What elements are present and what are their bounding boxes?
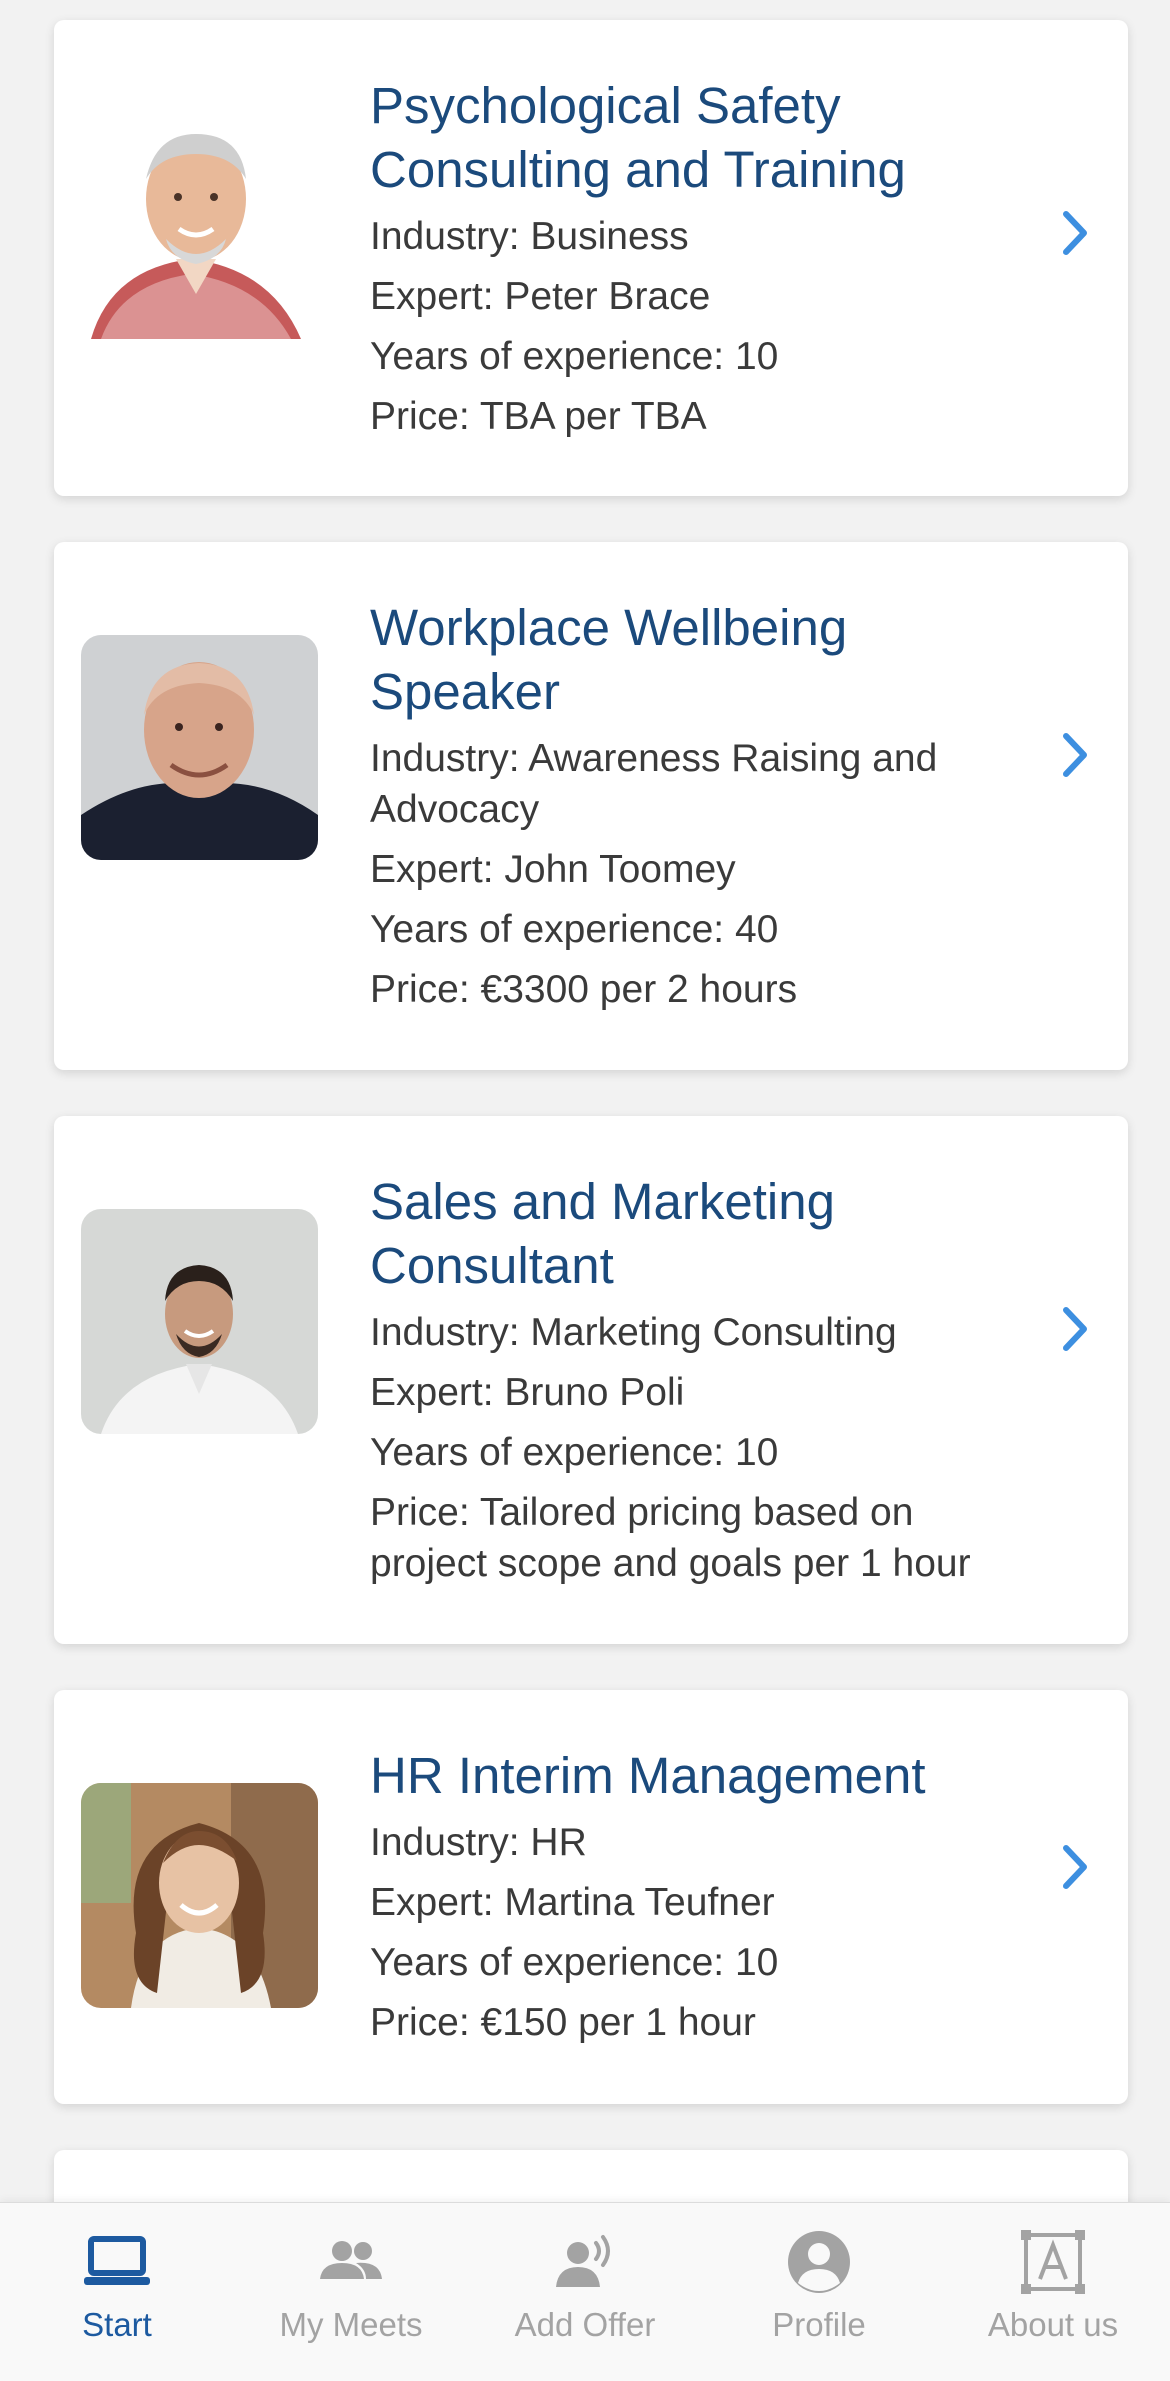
offer-price: Price: €150 per 1 hour bbox=[370, 1997, 1060, 2048]
offer-industry: Industry: HR bbox=[370, 1817, 1060, 1868]
tab-profile[interactable]: Profile bbox=[702, 2203, 936, 2381]
offer-price: Price: €3300 per 2 hours bbox=[370, 964, 1060, 1015]
offer-details: Sales and Marketing Consultant Industry:… bbox=[370, 1170, 1060, 1589]
chevron-right-icon[interactable] bbox=[1054, 728, 1094, 782]
tab-about-us[interactable]: About us bbox=[936, 2203, 1170, 2381]
offer-title: Workplace Wellbeing Speaker bbox=[370, 596, 1060, 724]
offer-title-line: Speaker bbox=[370, 663, 560, 720]
offer-experience: Years of experience: 10 bbox=[370, 1431, 779, 1474]
offer-title-line: Consultant bbox=[370, 1237, 614, 1294]
offer-card[interactable]: Psychological Safety Consulting and Trai… bbox=[54, 20, 1128, 496]
profile-icon bbox=[784, 2227, 854, 2297]
offer-price-line: Price: TBA per TBA bbox=[370, 395, 707, 438]
offer-industry: Industry: Awareness Raising and Advocacy bbox=[370, 733, 1060, 835]
offer-card[interactable]: HR Interim Management Industry: HR Exper… bbox=[54, 1690, 1128, 2104]
offer-title-line: Consulting and Training bbox=[370, 141, 906, 198]
offer-price-line: project scope and goals per 1 hour bbox=[370, 1542, 971, 1585]
speaker-person-icon bbox=[550, 2227, 620, 2297]
expert-photo bbox=[81, 119, 318, 344]
chevron-right-icon[interactable] bbox=[1054, 1302, 1094, 1356]
tab-label: About us bbox=[987, 2306, 1119, 2343]
offer-title-line: HR Interim Management bbox=[370, 1747, 926, 1804]
tab-label: Start bbox=[82, 2306, 152, 2343]
people-icon bbox=[316, 2227, 386, 2297]
offer-industry-line: Industry: Marketing Consulting bbox=[370, 1311, 897, 1354]
tab-label: Profile bbox=[772, 2306, 866, 2343]
offer-industry-line: Advocacy bbox=[370, 788, 540, 831]
offer-industry-line: Industry: Business bbox=[370, 215, 689, 258]
offer-industry: Industry: Marketing Consulting bbox=[370, 1307, 1060, 1358]
tab-start[interactable]: Start bbox=[0, 2203, 234, 2381]
offer-price-line: Price: Tailored pricing based on bbox=[370, 1491, 914, 1534]
offer-expert: Expert: John Toomey bbox=[370, 848, 736, 891]
offer-experience: Years of experience: 10 bbox=[370, 1941, 779, 1984]
offers-screen: Psychological Safety Consulting and Trai… bbox=[0, 0, 1170, 2381]
laptop-icon bbox=[82, 2227, 152, 2297]
offer-expert: Expert: Martina Teufner bbox=[370, 1881, 775, 1924]
offer-title-line: Workplace Wellbeing bbox=[370, 599, 848, 656]
offer-industry-line: Industry: HR bbox=[370, 1821, 587, 1864]
expert-photo bbox=[81, 635, 318, 860]
offer-title-line: Sales and Marketing bbox=[370, 1173, 835, 1230]
offer-expert: Expert: Bruno Poli bbox=[370, 1371, 685, 1414]
offer-details: Workplace Wellbeing Speaker Industry: Aw… bbox=[370, 596, 1060, 1015]
offer-card[interactable]: Workplace Wellbeing Speaker Industry: Aw… bbox=[54, 542, 1128, 1070]
offer-details: HR Interim Management Industry: HR Exper… bbox=[370, 1744, 1060, 2048]
tab-my-meets[interactable]: My Meets bbox=[234, 2203, 468, 2381]
offer-title: Sales and Marketing Consultant bbox=[370, 1170, 1060, 1298]
offer-title: Psychological Safety Consulting and Trai… bbox=[370, 74, 1060, 202]
offer-details: Psychological Safety Consulting and Trai… bbox=[370, 74, 1060, 442]
offer-experience: Years of experience: 10 bbox=[370, 335, 779, 378]
offer-experience: Years of experience: 40 bbox=[370, 908, 779, 951]
tab-add-offer[interactable]: Add Offer bbox=[468, 2203, 702, 2381]
expert-photo bbox=[81, 1783, 318, 2008]
chevron-right-icon[interactable] bbox=[1054, 206, 1094, 260]
offer-industry: Industry: Business bbox=[370, 211, 1060, 262]
about-us-icon bbox=[1018, 2227, 1088, 2297]
offer-title-line: Psychological Safety bbox=[370, 77, 841, 134]
expert-photo bbox=[81, 1209, 318, 1434]
offer-price: Price: TBA per TBA bbox=[370, 391, 1060, 442]
bottom-tab-bar: Start My Meets Add Offer Profile About u… bbox=[0, 2202, 1170, 2381]
offer-price-line: Price: €150 per 1 hour bbox=[370, 2001, 756, 2044]
offer-industry-line: Industry: Awareness Raising and bbox=[370, 737, 938, 780]
offer-expert: Expert: Peter Brace bbox=[370, 275, 711, 318]
offer-title: HR Interim Management bbox=[370, 1744, 1060, 1808]
tab-label: Add Offer bbox=[514, 2306, 656, 2343]
tab-label: My Meets bbox=[279, 2306, 423, 2343]
offer-card[interactable]: Sales and Marketing Consultant Industry:… bbox=[54, 1116, 1128, 1644]
chevron-right-icon[interactable] bbox=[1054, 1840, 1094, 1894]
offer-price: Price: Tailored pricing based on project… bbox=[370, 1487, 1060, 1589]
offer-price-line: Price: €3300 per 2 hours bbox=[370, 968, 798, 1011]
